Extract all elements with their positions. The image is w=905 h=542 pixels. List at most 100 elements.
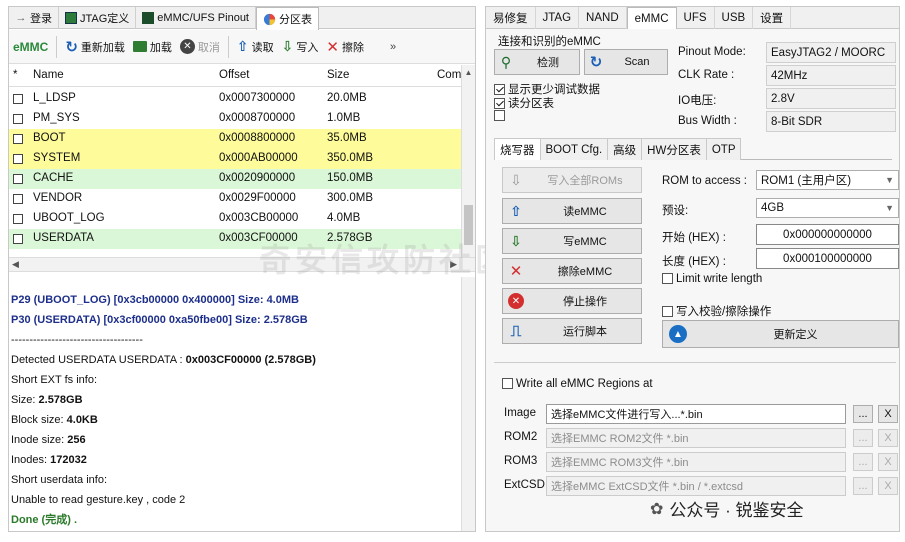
subtab-0[interactable]: 烧写器: [494, 138, 541, 160]
checkbox-unchecked[interactable]: [662, 273, 673, 285]
tab-6[interactable]: 设置: [753, 7, 792, 29]
tab-partition-table[interactable]: 分区表: [256, 7, 319, 30]
clear-button[interactable]: X: [878, 429, 898, 447]
length-input[interactable]: 0x000100000000: [756, 248, 899, 269]
cancel-button[interactable]: ✕ 取消: [179, 39, 220, 55]
write-emmc-button[interactable]: ⇩ 写eMMC: [502, 228, 642, 254]
limit-write-checkbox[interactable]: Limit write length: [662, 273, 762, 285]
detect-button[interactable]: ⚲ 检测: [494, 49, 580, 75]
file-path-input[interactable]: 选择eMMC文件进行写入...*.bin: [546, 404, 846, 424]
col-comment[interactable]: Com: [437, 69, 461, 81]
col-name[interactable]: Name: [33, 69, 64, 81]
scan-button[interactable]: ↻ Scan: [584, 49, 668, 75]
run-script-button[interactable]: ⎍ 运行脚本: [502, 318, 642, 344]
stop-icon: ✕: [503, 293, 529, 309]
table-row[interactable]: VENDOR 0x0029F00000 300.0MB: [9, 189, 461, 209]
load-button[interactable]: 加载: [132, 39, 172, 55]
erase-button[interactable]: ✕ 擦除: [326, 38, 364, 56]
write-button[interactable]: ⇩ 写入: [282, 38, 319, 55]
browse-button[interactable]: ...: [853, 429, 873, 447]
browse-button[interactable]: ...: [853, 477, 873, 495]
partition-size: 150.0MB: [327, 172, 374, 184]
subtab-3[interactable]: HW分区表: [641, 138, 707, 160]
browse-button[interactable]: ...: [853, 405, 873, 423]
browse-button[interactable]: ...: [853, 453, 873, 471]
subtab-1[interactable]: BOOT Cfg.: [539, 138, 609, 160]
row-checkbox[interactable]: [13, 234, 23, 244]
length-label: 长度 (HEX) :: [662, 256, 726, 268]
preset-label: 预设:: [662, 205, 689, 217]
reload-button[interactable]: ↻ 重新加载: [65, 38, 125, 56]
tab-jtag[interactable]: JTAG定义: [59, 7, 137, 29]
table-row[interactable]: UBOOT_LOG 0x003CB00000 4.0MB: [9, 209, 461, 229]
file-label: ROM2: [504, 431, 538, 443]
write-all-roms-button[interactable]: ⇩ 写入全部ROMs: [502, 167, 642, 193]
update-definitions-button[interactable]: ▲ 更新定义: [662, 320, 899, 348]
info-label: CLK Rate :: [678, 69, 735, 81]
tab-5[interactable]: USB: [715, 7, 754, 29]
row-checkbox[interactable]: [13, 174, 23, 184]
log-vscrollbar[interactable]: [461, 277, 475, 531]
col-size[interactable]: Size: [327, 69, 349, 81]
refresh-icon: ↻: [65, 38, 78, 56]
table-row[interactable]: SYSTEM 0x000AB00000 350.0MB: [9, 149, 461, 169]
start-input[interactable]: 0x000000000000: [756, 224, 899, 245]
subtab-4[interactable]: OTP: [705, 138, 742, 160]
write-verify-checkbox[interactable]: 写入校验/擦除操作: [662, 303, 771, 319]
clear-button[interactable]: X: [878, 477, 898, 495]
checkbox-unchecked[interactable]: [662, 306, 673, 318]
log-line: Done (完成) .: [11, 510, 461, 530]
extra-checkbox[interactable]: [494, 110, 508, 122]
erase-emmc-button[interactable]: ✕ 擦除eMMC: [502, 258, 642, 284]
file-path-input[interactable]: 选择EMMC ROM3文件 *.bin: [546, 452, 846, 472]
tab-1[interactable]: JTAG: [536, 7, 580, 29]
checkbox-checked[interactable]: [494, 98, 505, 110]
subtab-2[interactable]: 高级: [607, 138, 643, 160]
partition-table: * Name Offset Size Com L_LDSP 0x000730000…: [9, 65, 475, 259]
checkbox-unchecked[interactable]: [502, 378, 513, 390]
log-bold: P29 (UBOOT_LOG) [0x3cb00000 0x400000] Si…: [11, 294, 299, 306]
tab-3[interactable]: eMMC: [626, 7, 677, 29]
file-path-input[interactable]: 选择eMMC ExtCSD文件 *.bin / *.extcsd: [546, 476, 846, 496]
checkbox-unchecked[interactable]: [494, 110, 505, 122]
scroll-left-icon[interactable]: ◀: [12, 259, 19, 270]
tab-4[interactable]: UFS: [677, 7, 715, 29]
info-value: EasyJTAG2 / MOORC: [766, 42, 896, 63]
table-row[interactable]: CACHE 0x0020900000 150.0MB: [9, 169, 461, 189]
table-vscrollbar[interactable]: ▲: [461, 65, 475, 259]
table-row[interactable]: PM_SYS 0x0008700000 1.0MB: [9, 109, 461, 129]
rom-select[interactable]: ROM1 (主用户区) ▼: [756, 170, 899, 190]
log-bold: 4.0KB: [66, 414, 98, 426]
close-icon: ✕: [326, 38, 339, 56]
info-value: 42MHz: [766, 65, 896, 86]
clear-button[interactable]: X: [878, 453, 898, 471]
file-path-input[interactable]: 选择EMMC ROM2文件 *.bin: [546, 428, 846, 448]
partition-offset: 0x0007300000: [219, 92, 296, 104]
write-all-regions-checkbox[interactable]: Write all eMMC Regions at: [502, 378, 653, 390]
row-checkbox[interactable]: [13, 154, 23, 164]
tab-2[interactable]: NAND: [579, 7, 627, 29]
row-checkbox[interactable]: [13, 194, 23, 204]
chevron-down-icon: ▼: [885, 203, 894, 213]
tab-0[interactable]: 易修复: [486, 7, 536, 29]
toolbar-overflow-icon[interactable]: »: [390, 41, 396, 53]
scroll-up-icon[interactable]: ▲: [462, 65, 475, 77]
row-checkbox[interactable]: [13, 214, 23, 224]
table-row[interactable]: L_LDSP 0x0007300000 20.0MB: [9, 89, 461, 109]
row-checkbox[interactable]: [13, 94, 23, 104]
table-row[interactable]: BOOT 0x0008800000 35.0MB: [9, 129, 461, 149]
preset-select[interactable]: 4GB ▼: [756, 198, 899, 218]
checkbox-checked[interactable]: [494, 84, 505, 96]
emmc-chip-icon: [142, 12, 155, 24]
read-button[interactable]: ⇧ 读取: [237, 38, 274, 55]
stop-button[interactable]: ✕ 停止操作: [502, 288, 642, 314]
read-emmc-button[interactable]: ⇧ 读eMMC: [502, 198, 642, 224]
col-offset[interactable]: Offset: [219, 69, 249, 81]
read-partition-checkbox[interactable]: 读分区表: [494, 95, 554, 111]
log-line: P30 (USERDATA) [0x3cf00000 0xa50fbe00] S…: [11, 310, 461, 330]
row-checkbox[interactable]: [13, 114, 23, 124]
row-checkbox[interactable]: [13, 134, 23, 144]
tab-login[interactable]: → 登录: [9, 7, 59, 29]
clear-button[interactable]: X: [878, 405, 898, 423]
tab-pinout[interactable]: eMMC/UFS Pinout: [136, 7, 256, 29]
